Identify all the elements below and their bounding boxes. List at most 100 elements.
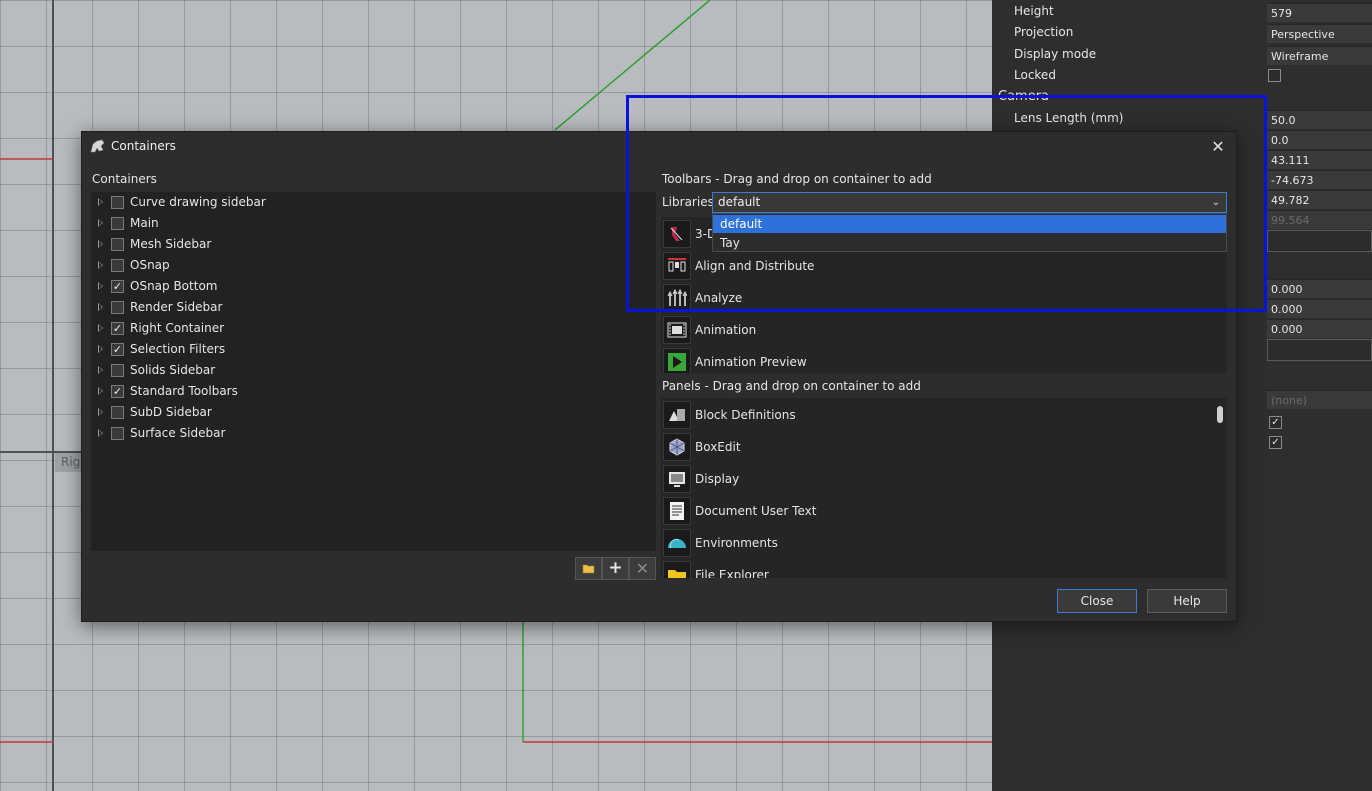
toolbar-item-icon xyxy=(663,252,691,280)
panel-item-icon xyxy=(663,529,691,557)
prop-label: Display mode xyxy=(1014,47,1097,61)
close-icon[interactable]: ✕ xyxy=(1208,137,1228,157)
prop-locked: Locked xyxy=(992,66,1372,86)
containers-header: Containers xyxy=(92,172,157,186)
container-item[interactable]: Mesh Sidebar xyxy=(91,234,656,255)
expand-arrow-icon[interactable] xyxy=(98,366,103,374)
prop-value[interactable]: 0.000 xyxy=(1267,319,1372,338)
toolbar-item[interactable]: Align and Distribute xyxy=(661,250,1227,282)
container-checkbox[interactable] xyxy=(111,301,124,314)
panel-item[interactable]: Document User Text xyxy=(661,495,1227,527)
delete-container-button[interactable]: ✕ xyxy=(629,557,656,580)
prop-value[interactable]: 49.782 xyxy=(1267,190,1372,209)
panel-item-icon xyxy=(663,401,691,429)
prop-value[interactable]: 43.111 xyxy=(1267,150,1372,169)
plus-icon: + xyxy=(608,558,623,578)
container-item[interactable]: Curve drawing sidebar xyxy=(91,192,656,213)
panel-item[interactable]: Block Definitions xyxy=(661,399,1227,431)
container-item[interactable]: ✓ Selection Filters xyxy=(91,339,656,360)
toolbar-item-label: Analyze xyxy=(695,291,743,305)
libraries-select[interactable]: default ⌄ xyxy=(712,192,1227,213)
container-item[interactable]: Main xyxy=(91,213,656,234)
prop-projection-value[interactable]: Perspective xyxy=(1267,24,1372,43)
container-item[interactable]: Render Sidebar xyxy=(91,297,656,318)
dialog-titlebar[interactable]: Containers ✕ xyxy=(82,132,1236,162)
container-item[interactable]: ✓ OSnap Bottom xyxy=(91,276,656,297)
prop-checkbox[interactable]: ✓ xyxy=(1269,436,1282,449)
toolbar-item[interactable]: Analyze xyxy=(661,282,1227,314)
expand-arrow-icon[interactable] xyxy=(98,219,103,227)
container-checkbox[interactable] xyxy=(111,217,124,230)
lens-length-value[interactable]: 50.0 xyxy=(1267,110,1372,129)
container-item[interactable]: ✓ Standard Toolbars xyxy=(91,381,656,402)
expand-arrow-icon[interactable] xyxy=(98,198,103,206)
expand-arrow-icon[interactable] xyxy=(98,408,103,416)
container-checkbox[interactable]: ✓ xyxy=(111,343,124,356)
container-item[interactable]: OSnap xyxy=(91,255,656,276)
container-checkbox[interactable] xyxy=(111,364,124,377)
panel-item[interactable]: Display xyxy=(661,463,1227,495)
panel-item[interactable]: File Explorer xyxy=(661,559,1227,578)
prop-value[interactable]: 0.0 xyxy=(1267,130,1372,149)
camera-section-header: Camera xyxy=(998,89,1050,104)
container-item[interactable]: Surface Sidebar xyxy=(91,423,656,444)
expand-arrow-icon[interactable] xyxy=(98,429,103,437)
container-checkbox[interactable] xyxy=(111,427,124,440)
prop-value[interactable]: 0.000 xyxy=(1267,279,1372,298)
prop-display-mode-value[interactable]: Wireframe xyxy=(1267,46,1372,65)
container-checkbox[interactable] xyxy=(111,259,124,272)
expand-arrow-icon[interactable] xyxy=(98,303,103,311)
container-item[interactable]: SubD Sidebar xyxy=(91,402,656,423)
container-checkbox[interactable]: ✓ xyxy=(111,280,124,293)
libraries-label: Libraries xyxy=(662,195,714,209)
container-checkbox[interactable]: ✓ xyxy=(111,385,124,398)
containers-dialog: Containers ✕ Containers Curve drawing si… xyxy=(81,131,1237,622)
container-checkbox[interactable] xyxy=(111,196,124,209)
prop-blank-field[interactable] xyxy=(1267,230,1372,252)
help-button[interactable]: Help xyxy=(1147,589,1227,613)
prop-value[interactable]: 0.000 xyxy=(1267,299,1372,318)
container-checkbox[interactable] xyxy=(111,238,124,251)
container-checkbox[interactable] xyxy=(111,406,124,419)
locked-checkbox[interactable] xyxy=(1268,69,1281,82)
add-container-button[interactable]: + xyxy=(602,557,629,580)
expand-arrow-icon[interactable] xyxy=(98,345,103,353)
prop-lens-length: Lens Length (mm) 50.0 xyxy=(992,109,1372,129)
panel-item-icon xyxy=(663,561,691,578)
chevron-down-icon: ⌄ xyxy=(1211,197,1220,208)
panel-item[interactable]: BoxEdit xyxy=(661,431,1227,463)
expand-arrow-icon[interactable] xyxy=(98,261,103,269)
panel-item-icon xyxy=(663,433,691,461)
prop-label: Lens Length (mm) xyxy=(1014,111,1124,125)
container-checkbox[interactable]: ✓ xyxy=(111,322,124,335)
folder-icon xyxy=(582,564,594,574)
open-folder-button[interactable] xyxy=(575,557,602,580)
containers-tree[interactable]: Curve drawing sidebar Main Mesh Sidebar OSn… xyxy=(91,192,656,551)
prop-blank-field[interactable] xyxy=(1267,339,1372,361)
expand-arrow-icon[interactable] xyxy=(98,240,103,248)
container-label: Curve drawing sidebar xyxy=(130,195,266,209)
prop-value[interactable]: -74.673 xyxy=(1267,170,1372,189)
prop-label: Height xyxy=(1014,4,1054,18)
container-label: Selection Filters xyxy=(130,342,226,356)
panels-list[interactable]: Block Definitions BoxEdit Display Document … xyxy=(661,398,1227,578)
container-item[interactable]: ✓ Right Container xyxy=(91,318,656,339)
library-option-default[interactable]: default xyxy=(713,215,1226,233)
prop-height-value[interactable]: 579 xyxy=(1267,3,1372,22)
container-label: Surface Sidebar xyxy=(130,426,226,440)
panel-item[interactable]: Environments xyxy=(661,527,1227,559)
toolbar-item[interactable]: Animation xyxy=(661,314,1227,346)
container-item[interactable]: Solids Sidebar xyxy=(91,360,656,381)
expand-arrow-icon[interactable] xyxy=(98,282,103,290)
toolbar-item-label: Animation Preview xyxy=(695,355,807,369)
expand-arrow-icon[interactable] xyxy=(98,387,103,395)
toolbar-item[interactable]: Animation Preview xyxy=(661,346,1227,373)
libraries-dropdown[interactable]: default Tay xyxy=(712,213,1227,252)
close-button[interactable]: Close xyxy=(1057,589,1137,613)
library-option-tay[interactable]: Tay xyxy=(713,234,1226,252)
panel-item-label: BoxEdit xyxy=(695,440,741,454)
expand-arrow-icon[interactable] xyxy=(98,324,103,332)
container-label: Main xyxy=(130,216,159,230)
prop-checkbox[interactable]: ✓ xyxy=(1269,416,1282,429)
prop-height: Height 579 xyxy=(992,2,1372,22)
